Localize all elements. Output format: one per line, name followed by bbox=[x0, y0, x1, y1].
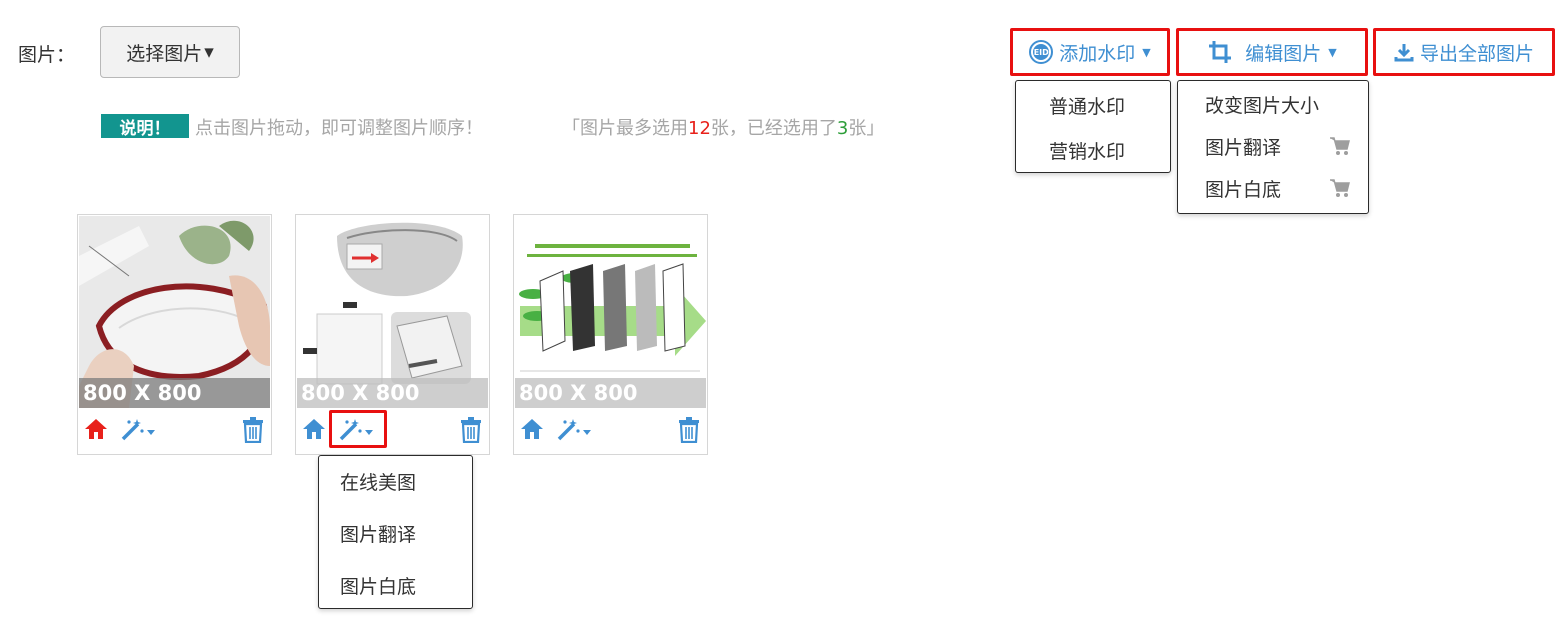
menu-item-translate[interactable]: 图片翻译 bbox=[1205, 133, 1281, 160]
download-icon bbox=[1394, 44, 1414, 62]
image-toolbar bbox=[514, 411, 707, 451]
add-watermark-label: 添加水印 bbox=[1059, 42, 1136, 65]
count-prefix: 「图片最多选用 bbox=[562, 118, 688, 139]
home-icon[interactable] bbox=[520, 417, 544, 441]
image-size-label: 800 X 800 bbox=[515, 378, 706, 408]
chevron-down-icon: ▼ bbox=[1328, 45, 1337, 59]
image-thumbnail[interactable]: 800 X 800 bbox=[297, 216, 488, 408]
image-count-notice: 「图片最多选用12张，已经选用了3张」 bbox=[562, 114, 884, 140]
menu-item-resize[interactable]: 改变图片大小 bbox=[1205, 91, 1319, 118]
menu-item-marketing-watermark[interactable]: 营销水印 bbox=[1049, 137, 1125, 164]
menu-item-white-background[interactable]: 图片白底 bbox=[340, 572, 416, 599]
trash-icon[interactable] bbox=[678, 417, 700, 443]
cart-icon bbox=[1330, 137, 1350, 155]
image-size-label: 800 X 800 bbox=[79, 378, 270, 408]
export-all-button[interactable]: 导出全部图片 bbox=[1373, 28, 1555, 76]
export-all-label: 导出全部图片 bbox=[1419, 42, 1534, 65]
count-suffix: 张」 bbox=[848, 118, 885, 139]
trash-icon[interactable] bbox=[460, 417, 482, 443]
notice-text: 点击图片拖动，即可调整图片顺序！ bbox=[195, 118, 483, 139]
image-toolbar bbox=[78, 411, 271, 451]
image-toolbar bbox=[296, 411, 489, 451]
chevron-down-icon: ▾ bbox=[204, 41, 214, 63]
edit-image-button[interactable]: 编辑图片 ▼ bbox=[1176, 28, 1368, 76]
menu-item-online-beautify[interactable]: 在线美图 bbox=[340, 468, 416, 495]
image-card[interactable]: 800 X 800 bbox=[513, 214, 708, 455]
used-images-count: 3 bbox=[836, 118, 849, 139]
add-watermark-button[interactable]: EID 添加水印 ▼ bbox=[1010, 28, 1170, 76]
watermark-menu: 普通水印 营销水印 bbox=[1015, 80, 1171, 173]
watermark-icon: EID bbox=[1029, 40, 1054, 64]
cart-icon bbox=[1330, 179, 1350, 197]
magic-wand-icon[interactable] bbox=[556, 417, 592, 441]
select-images-button[interactable]: 选择图片 ▾ bbox=[100, 26, 240, 78]
image-thumbnail[interactable]: 800 X 800 bbox=[515, 216, 706, 408]
notice-badge: 说明！ bbox=[101, 114, 189, 139]
image-edit-menu: 在线美图 图片翻译 图片白底 bbox=[318, 455, 473, 609]
home-icon[interactable] bbox=[84, 417, 108, 441]
home-icon[interactable] bbox=[302, 417, 326, 441]
chevron-down-icon: ▼ bbox=[1142, 45, 1151, 59]
image-thumbnail[interactable]: 800 X 800 bbox=[79, 216, 270, 408]
trash-icon[interactable] bbox=[242, 417, 264, 443]
image-size-label: 800 X 800 bbox=[297, 378, 488, 408]
crop-icon bbox=[1209, 41, 1232, 63]
image-card[interactable]: 800 X 800 bbox=[295, 214, 490, 455]
menu-item-translate[interactable]: 图片翻译 bbox=[340, 520, 416, 547]
edit-image-label: 编辑图片 bbox=[1245, 42, 1322, 65]
image-card[interactable]: 800 X 800 bbox=[77, 214, 272, 455]
select-images-label: 选择图片 bbox=[126, 42, 203, 65]
count-mid: 张，已经选用了 bbox=[710, 118, 837, 139]
magic-wand-icon[interactable] bbox=[120, 417, 156, 441]
magic-wand-highlight bbox=[329, 410, 387, 448]
max-images-count: 12 bbox=[688, 118, 711, 139]
images-field-label: 图片： bbox=[18, 44, 76, 66]
edit-image-menu: 改变图片大小 图片翻译 图片白底 bbox=[1177, 80, 1369, 214]
menu-item-normal-watermark[interactable]: 普通水印 bbox=[1049, 92, 1125, 119]
menu-item-white-background[interactable]: 图片白底 bbox=[1205, 175, 1281, 202]
